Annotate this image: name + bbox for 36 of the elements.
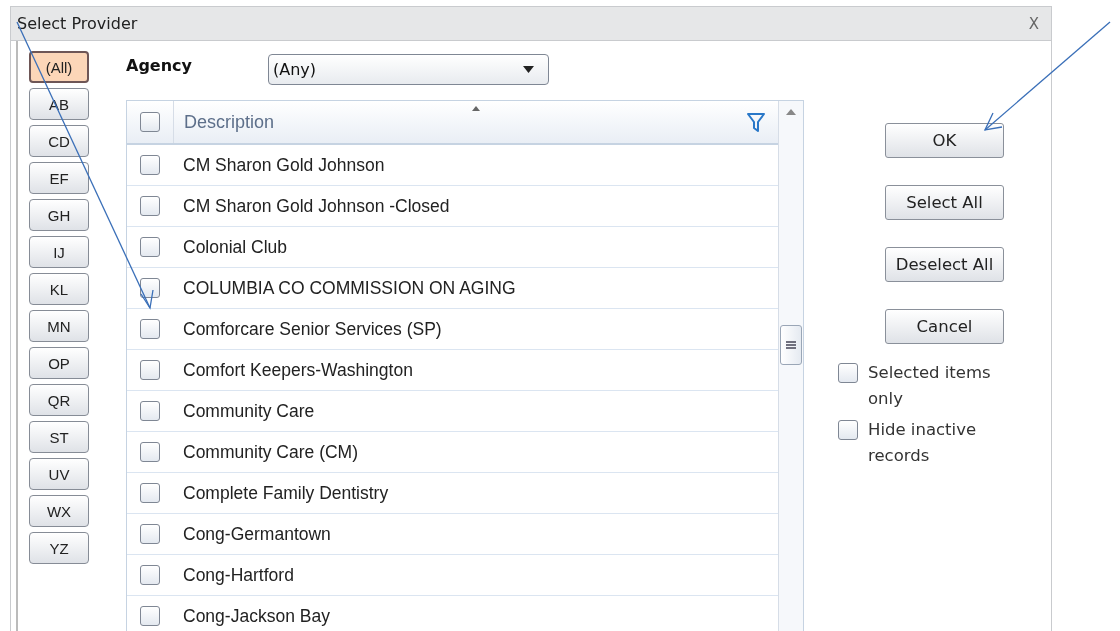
letter-filter-button[interactable]: KL (29, 273, 89, 305)
table-cell-text: Colonial Club (182, 236, 288, 258)
select-all-button[interactable]: Select All (885, 185, 1004, 220)
letter-filter-button[interactable]: GH (29, 199, 89, 231)
letter-filter-button[interactable]: MN (29, 310, 89, 342)
agency-label: Agency (126, 55, 193, 75)
letter-filter-button[interactable]: YZ (29, 532, 89, 564)
letter-filter-button[interactable]: EF (29, 162, 89, 194)
deselect-all-button[interactable]: Deselect All (885, 247, 1004, 282)
letter-filter-button[interactable]: QR (29, 384, 89, 416)
table-cell-text: CM Sharon Gold Johnson (182, 154, 385, 176)
window-title: Select Provider (17, 14, 138, 33)
agency-dropdown[interactable]: (Any) (268, 53, 549, 85)
table-cell-text: Comfort Keepers-Washington (182, 359, 413, 381)
letter-filter-button[interactable]: OP (29, 347, 89, 379)
cancel-button[interactable]: Cancel (885, 309, 1004, 344)
table-cell-text: Cong-Hartford (182, 564, 294, 586)
letter-filter-button[interactable]: WX (29, 495, 89, 527)
letter-filter-button[interactable]: (All) (29, 51, 89, 83)
checkbox-label: Selected items only (868, 362, 992, 410)
table-cell-text: Cong-Germantown (182, 523, 331, 545)
letter-filter-button[interactable]: UV (29, 458, 89, 490)
table-cell-text: Community Care (CM) (182, 441, 359, 463)
table-cell-text: Community Care (182, 400, 315, 422)
checkbox-label: Hide inactive records (868, 419, 978, 467)
letter-filter-button[interactable]: ST (29, 421, 89, 453)
table-cell-text: Complete Family Dentistry (182, 482, 389, 504)
table-cell-text: Cong-Jackson Bay (182, 605, 330, 627)
table-cell-text: CM Sharon Gold Johnson -Closed (182, 195, 450, 217)
letter-filter-button[interactable]: CD (29, 125, 89, 157)
ok-button[interactable]: OK (885, 123, 1004, 158)
column-header[interactable]: Description (174, 111, 778, 133)
letter-filter-button[interactable]: IJ (29, 236, 89, 268)
table-cell-text: Comforcare Senior Services (SP) (182, 318, 442, 340)
table-cell-text: COLUMBIA CO COMMISSION ON AGING (182, 277, 516, 299)
close-button[interactable]: X (1024, 12, 1043, 35)
